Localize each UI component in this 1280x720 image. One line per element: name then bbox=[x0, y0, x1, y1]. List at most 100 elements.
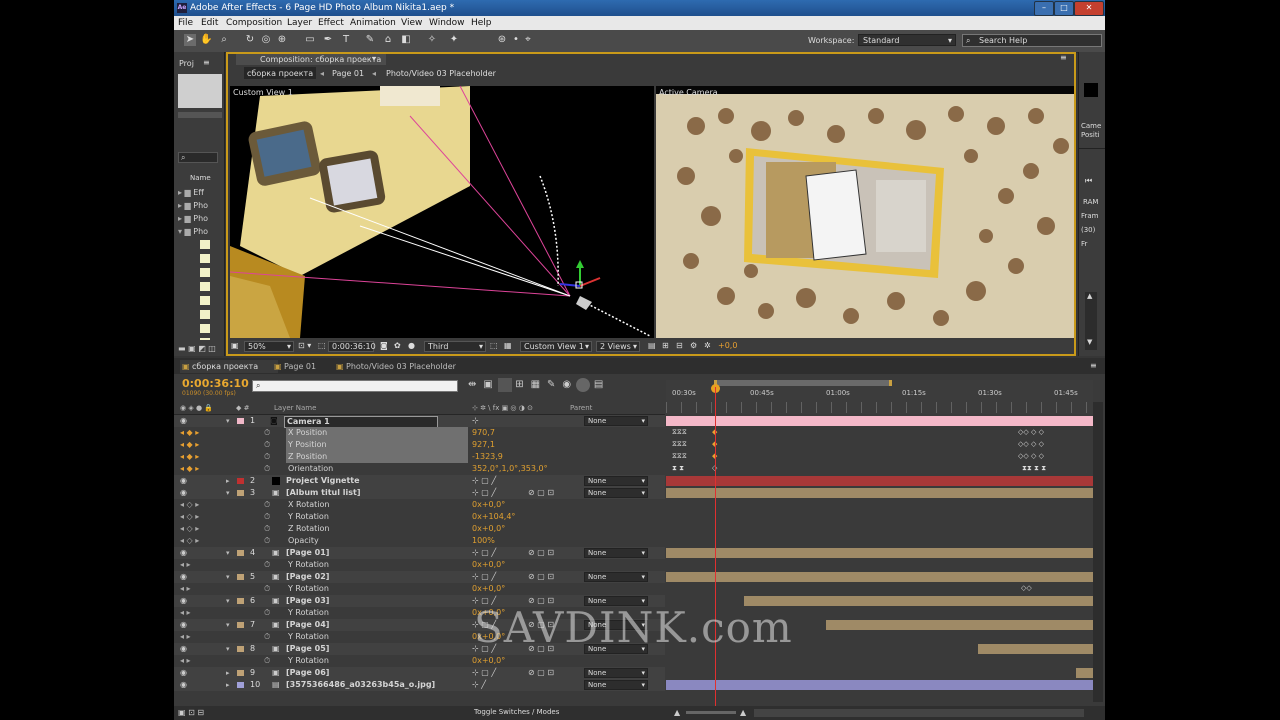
layer-row-camera-1[interactable]: ◉ ▾ 1 ◙ Camera 1 ⊹ None ▾ bbox=[174, 415, 665, 428]
shy-switch-icon[interactable]: ⊹ bbox=[472, 415, 479, 427]
timeline-search-input[interactable]: ⌕ bbox=[252, 380, 458, 392]
property-row-y-position[interactable]: ◂ ◆ ▸ ⏱ Y Position 927,1 bbox=[174, 439, 665, 451]
brush-tool-icon[interactable]: ✎ bbox=[364, 34, 376, 46]
title-action-safe-icon[interactable]: ⊡ ▾ bbox=[298, 341, 311, 350]
scroll-up-icon[interactable]: ▲ bbox=[1087, 292, 1092, 300]
property-value[interactable]: 0x+0,0° bbox=[472, 655, 505, 667]
layer-name[interactable]: [Page 05] bbox=[286, 643, 329, 655]
parent-select[interactable]: None ▾ bbox=[584, 416, 648, 426]
tab-photo-video-placeholder[interactable]: ▣ Photo/Video 03 Placeholder bbox=[334, 360, 476, 373]
project-item[interactable]: ▸ ▆ Pho bbox=[178, 199, 208, 212]
maximize-button[interactable]: □ bbox=[1054, 1, 1074, 16]
eraser-tool-icon[interactable]: ◧ bbox=[400, 34, 412, 46]
label-color-swatch[interactable] bbox=[237, 478, 244, 484]
timeline-timecode[interactable]: 0:00:36:10 bbox=[182, 377, 249, 390]
eye-icon[interactable]: ◉ bbox=[180, 679, 187, 691]
keyframe-navigator-icon[interactable]: ◂ ▸ bbox=[180, 631, 191, 643]
eye-icon[interactable]: ◉ bbox=[180, 619, 187, 631]
property-name[interactable]: Z Position bbox=[286, 451, 468, 463]
layer-row-page-06[interactable]: ◉ ▸ 9 ▣ [Page 06] ⊹ ▢ ╱ ⊘ ▢ ⊡ None ▾ bbox=[174, 667, 665, 679]
chevron-down-icon[interactable]: ▾ bbox=[226, 487, 230, 499]
3d-layer-switch-icon[interactable]: ⊘ ▢ ⊡ bbox=[528, 547, 554, 559]
keyframe-icons[interactable]: ⧖⧖⧖ bbox=[672, 452, 687, 461]
roto-brush-tool-icon[interactable]: ✧ bbox=[426, 34, 438, 46]
stopwatch-icon[interactable]: ⏱ bbox=[264, 535, 270, 547]
timeline-vertical-scrollbar[interactable] bbox=[1093, 402, 1103, 702]
type-tool-icon[interactable]: T bbox=[340, 34, 352, 46]
project-tab[interactable]: Proj bbox=[179, 59, 194, 68]
property-row-opacity[interactable]: ◂ ◇ ▸ ⏱ Opacity 100% bbox=[174, 535, 665, 547]
eye-icon[interactable]: ◉ bbox=[180, 571, 187, 583]
always-preview-icon[interactable]: ▣ bbox=[231, 341, 239, 350]
breadcrumb-page01[interactable]: Page 01 bbox=[332, 69, 364, 78]
eye-icon[interactable]: ◉ bbox=[180, 595, 187, 607]
3d-layer-switch-icon[interactable]: ⊘ ▢ ⊡ bbox=[528, 667, 554, 679]
property-value[interactable]: 0x+0,0° bbox=[472, 583, 505, 595]
label-color-swatch[interactable] bbox=[237, 550, 244, 556]
layer-row-page-02[interactable]: ◉ ▾ 5 ▣ [Page 02] ⊹ ▢ ╱ ⊘ ▢ ⊡ None ▾ bbox=[174, 571, 665, 583]
layer-row-page-01[interactable]: ◉ ▾ 4 ▣ [Page 01] ⊹ ▢ ╱ ⊘ ▢ ⊡ None ▾ bbox=[174, 547, 665, 559]
chevron-down-icon[interactable]: ▾ bbox=[226, 415, 230, 427]
show-snapshot-icon[interactable]: ✿ bbox=[394, 341, 401, 350]
property-value[interactable]: 0x+0,0° bbox=[472, 523, 505, 535]
layer-row-album-titul-list[interactable]: ◉ ▾ 3 ▣ [Album titul list] ⊹ ▢ ╱ ⊘ ▢ ⊡ N… bbox=[174, 487, 665, 499]
shy-switch-icon[interactable]: ⊹ ▢ ╱ bbox=[472, 667, 496, 679]
breadcrumb-placeholder[interactable]: Photo/Video 03 Placeholder bbox=[386, 69, 496, 78]
hand-tool-icon[interactable]: ✋ bbox=[200, 34, 212, 46]
layer-row-project-vignette[interactable]: ◉ ▸ 2 Project Vignette ⊹ ▢ ╱ None ▾ bbox=[174, 475, 665, 487]
stopwatch-icon[interactable]: ⏱ bbox=[264, 523, 270, 535]
chevron-down-icon[interactable]: ▾ bbox=[226, 547, 230, 559]
fast-previews-icon[interactable]: ⊞ bbox=[662, 341, 669, 350]
property-row-y-rotation[interactable]: ◂ ▸ ⏱ Y Rotation 0x+0,0° bbox=[174, 559, 665, 571]
custom-view-viewport[interactable]: Custom View 1 bbox=[230, 86, 654, 338]
keyframe-navigator-icon[interactable]: ◂ ▸ bbox=[180, 655, 191, 667]
layer-bar-page-06[interactable] bbox=[1076, 668, 1093, 678]
view-layout-select[interactable]: 2 Views ▾ bbox=[596, 341, 640, 352]
keyframe-navigator-icon[interactable]: ◂ ◇ ▸ bbox=[180, 523, 199, 535]
stopwatch-icon[interactable]: ⏱ bbox=[264, 607, 270, 619]
property-value[interactable]: -1323,9 bbox=[472, 451, 503, 463]
active-camera-viewport[interactable]: Active Camera bbox=[656, 86, 1074, 338]
property-name[interactable]: Y Rotation bbox=[288, 655, 329, 667]
eye-icon[interactable]: ◉ bbox=[180, 475, 187, 487]
property-row-y-rotation[interactable]: ◂ ▸ ⏱ Y Rotation 0x+0,0° bbox=[174, 583, 665, 595]
property-value[interactable]: 0x+0,0° bbox=[472, 559, 505, 571]
zoom-in-icon[interactable]: ▲ bbox=[740, 708, 746, 717]
stopwatch-icon[interactable]: ⏱ bbox=[264, 559, 270, 571]
parent-select[interactable]: None ▾ bbox=[584, 476, 648, 486]
property-row-z-rotation[interactable]: ◂ ◇ ▸ ⏱ Z Rotation 0x+0,0° bbox=[174, 523, 665, 535]
stopwatch-icon[interactable]: ⏱ bbox=[264, 631, 270, 643]
property-name[interactable]: X Position bbox=[286, 427, 468, 439]
eye-icon[interactable]: ◉ bbox=[180, 667, 187, 679]
chevron-down-icon[interactable]: ▾ bbox=[226, 643, 230, 655]
layer-name[interactable]: [Page 01] bbox=[286, 547, 329, 559]
menu-view[interactable]: View bbox=[401, 16, 422, 30]
keyframe-navigator-icon[interactable]: ◂ ▸ bbox=[180, 559, 191, 571]
menu-effect[interactable]: Effect bbox=[318, 16, 344, 30]
property-value[interactable]: 927,1 bbox=[472, 439, 495, 451]
keyframe-navigator-icon[interactable]: ◂ ◇ ▸ bbox=[180, 511, 199, 523]
layer-bar-page-02[interactable] bbox=[666, 572, 1093, 582]
layer-row-image-file[interactable]: ◉ ▸ 10 ▤ [3575366486_a03263b45a_o.jpg] ⊹… bbox=[174, 679, 665, 691]
menu-edit[interactable]: Edit bbox=[201, 16, 218, 30]
zoom-tool-icon[interactable]: ⌕ bbox=[218, 34, 230, 46]
layer-bar-page-04[interactable] bbox=[826, 620, 1093, 630]
label-color-swatch[interactable] bbox=[237, 670, 244, 676]
3d-layer-switch-icon[interactable]: ⊘ ▢ ⊡ bbox=[528, 571, 554, 583]
toggle-pixel-aspect-icon[interactable]: ▤ bbox=[648, 341, 656, 350]
stopwatch-icon[interactable]: ⏱ bbox=[264, 499, 270, 511]
region-of-interest-icon[interactable]: ⬚ bbox=[490, 341, 498, 350]
timeline-footer-icons[interactable]: ▣ ⊡ ⊟ bbox=[178, 708, 204, 717]
layer-name[interactable]: [Page 04] bbox=[286, 619, 329, 631]
layer-name[interactable]: [3575366486_a03263b45a_o.jpg] bbox=[286, 679, 435, 691]
property-name[interactable]: Y Rotation bbox=[288, 583, 329, 595]
project-item[interactable]: ▾ ▆ Pho bbox=[178, 225, 208, 238]
world-axis-icon[interactable]: • bbox=[510, 34, 522, 46]
chevron-down-icon[interactable]: ▾ bbox=[226, 595, 230, 607]
keyframe-navigator-icon[interactable]: ◂ ◆ ▸ bbox=[180, 427, 199, 439]
keyframe-icons[interactable]: ◇◇ ◇ ◇ bbox=[1018, 428, 1044, 436]
keyframe-navigator-icon[interactable]: ◂ ◆ ▸ bbox=[180, 463, 199, 475]
pen-tool-icon[interactable]: ✒ bbox=[322, 34, 334, 46]
keyframe-icons[interactable]: ⧗⧗ ⧗ ⧗ bbox=[1022, 464, 1046, 473]
current-time-display[interactable]: 0:00:36:10 bbox=[328, 341, 376, 352]
